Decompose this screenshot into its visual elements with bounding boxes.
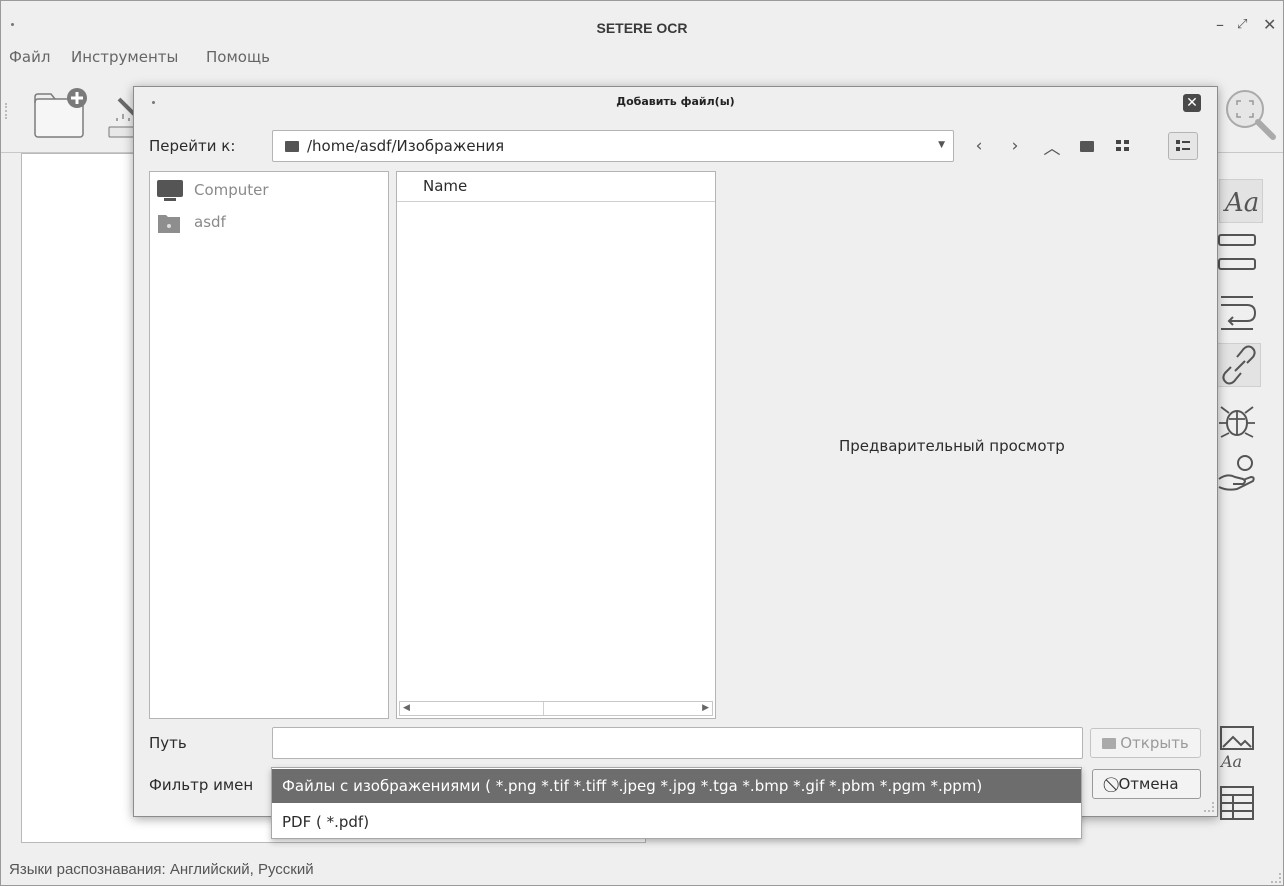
computer-icon <box>156 179 184 201</box>
path-label: Путь <box>149 734 187 752</box>
link-icon[interactable] <box>1217 343 1261 387</box>
filter-dropdown-list: Файлы с изображениями ( *.png *.tif *.ti… <box>271 767 1082 839</box>
filter-option-images[interactable]: Файлы с изображениями ( *.png *.tif *.ti… <box>272 769 1081 803</box>
zoom-fit-button[interactable] <box>1223 87 1279 143</box>
filter-label: Фильтр имен <box>149 776 254 794</box>
font-aa-icon[interactable]: Aa <box>1219 179 1263 223</box>
add-folder-icon <box>34 88 87 138</box>
back-button[interactable]: ‹ <box>966 133 992 159</box>
horizontal-scrollbar[interactable]: ◀ ▶ <box>399 701 713 716</box>
text-block-icon[interactable] <box>1217 233 1257 273</box>
place-home[interactable]: asdf <box>156 208 226 236</box>
bug-icon[interactable] <box>1217 399 1257 439</box>
add-file-button[interactable] <box>33 87 89 139</box>
parent-dir-button[interactable]: ︿ <box>1039 133 1065 159</box>
wrap-text-icon[interactable] <box>1217 291 1257 331</box>
svg-text:Aa: Aa <box>1219 752 1242 769</box>
open-button[interactable]: Открыть <box>1090 728 1201 758</box>
home-folder-icon <box>156 211 184 233</box>
side-panel: Aa Aa <box>1211 153 1283 843</box>
place-label: asdf <box>194 213 226 231</box>
grid-view-icon <box>1116 140 1129 151</box>
scrollbar-thumb[interactable] <box>416 702 544 715</box>
minimize-button[interactable]: – <box>1216 17 1224 33</box>
column-name-label: Name <box>423 177 468 195</box>
folder-icon <box>1102 737 1117 749</box>
dialog-close-button[interactable]: ✕ <box>1183 94 1201 112</box>
close-button[interactable]: ✕ <box>1263 17 1276 33</box>
title-bar: SETERE OCR – ⤢ ✕ <box>1 1 1283 45</box>
zoom-icon <box>1226 90 1276 140</box>
place-computer[interactable]: Computer <box>156 176 269 204</box>
new-folder-button[interactable] <box>1074 133 1100 159</box>
maximize-button[interactable]: ⤢ <box>1237 17 1247 33</box>
scroll-left-icon[interactable]: ◀ <box>403 703 410 713</box>
places-sidebar: Computer asdf <box>149 171 389 719</box>
dialog-resize-grip[interactable] <box>1204 802 1214 812</box>
chevron-right-icon: › <box>1011 136 1019 156</box>
scroll-right-icon[interactable]: ▶ <box>702 703 709 713</box>
menu-tools[interactable]: Инструменты <box>71 48 178 66</box>
new-folder-icon <box>1080 140 1094 152</box>
svg-text:Aa: Aa <box>1223 188 1259 217</box>
dialog-title: Добавить файл(ы) <box>616 95 735 108</box>
add-files-dialog: Добавить файл(ы) ✕ Перейти к: /home/asdf… <box>133 86 1218 817</box>
list-view-icon <box>1176 140 1190 151</box>
detail-view-button[interactable] <box>1168 132 1198 160</box>
donate-hand-icon[interactable] <box>1217 453 1257 493</box>
place-label: Computer <box>194 181 269 199</box>
column-header-name[interactable]: Name <box>397 172 715 202</box>
chevron-left-icon: ‹ <box>975 136 983 156</box>
open-button-label: Открыть <box>1120 734 1189 752</box>
window-resize-grip[interactable] <box>1271 873 1281 883</box>
file-list[interactable]: Name ◀ ▶ <box>396 171 716 719</box>
menu-file[interactable]: Файл <box>9 48 50 66</box>
cancel-button-label: Отмена <box>1118 775 1179 793</box>
goto-path-value: /home/asdf/Изображения <box>307 137 505 155</box>
path-input[interactable] <box>272 727 1083 759</box>
status-bar: Языки распознавания: Английский, Русский <box>9 861 314 878</box>
window-title: SETERE OCR <box>596 20 688 36</box>
preview-label: Предварительный просмотр <box>839 437 1065 455</box>
chevron-up-icon: ︿ <box>1043 138 1061 159</box>
chevron-down-icon: ▼ <box>938 140 945 150</box>
menu-help[interactable]: Помощь <box>206 48 270 66</box>
goto-path-combobox[interactable]: /home/asdf/Изображения ▼ <box>272 130 954 162</box>
filter-option-pdf[interactable]: PDF ( *.pdf) <box>272 805 1081 839</box>
image-text-icon[interactable]: Aa <box>1217 726 1257 769</box>
cancel-button[interactable]: ⃠ Отмена <box>1092 769 1201 799</box>
forward-button[interactable]: › <box>1002 133 1028 159</box>
toolbar-grip[interactable] <box>5 103 8 119</box>
goto-label: Перейти к: <box>149 137 236 155</box>
close-icon: ✕ <box>1186 95 1198 111</box>
folder-icon <box>285 141 299 152</box>
table-icon[interactable] <box>1217 783 1257 823</box>
icon-view-button[interactable] <box>1110 133 1136 159</box>
